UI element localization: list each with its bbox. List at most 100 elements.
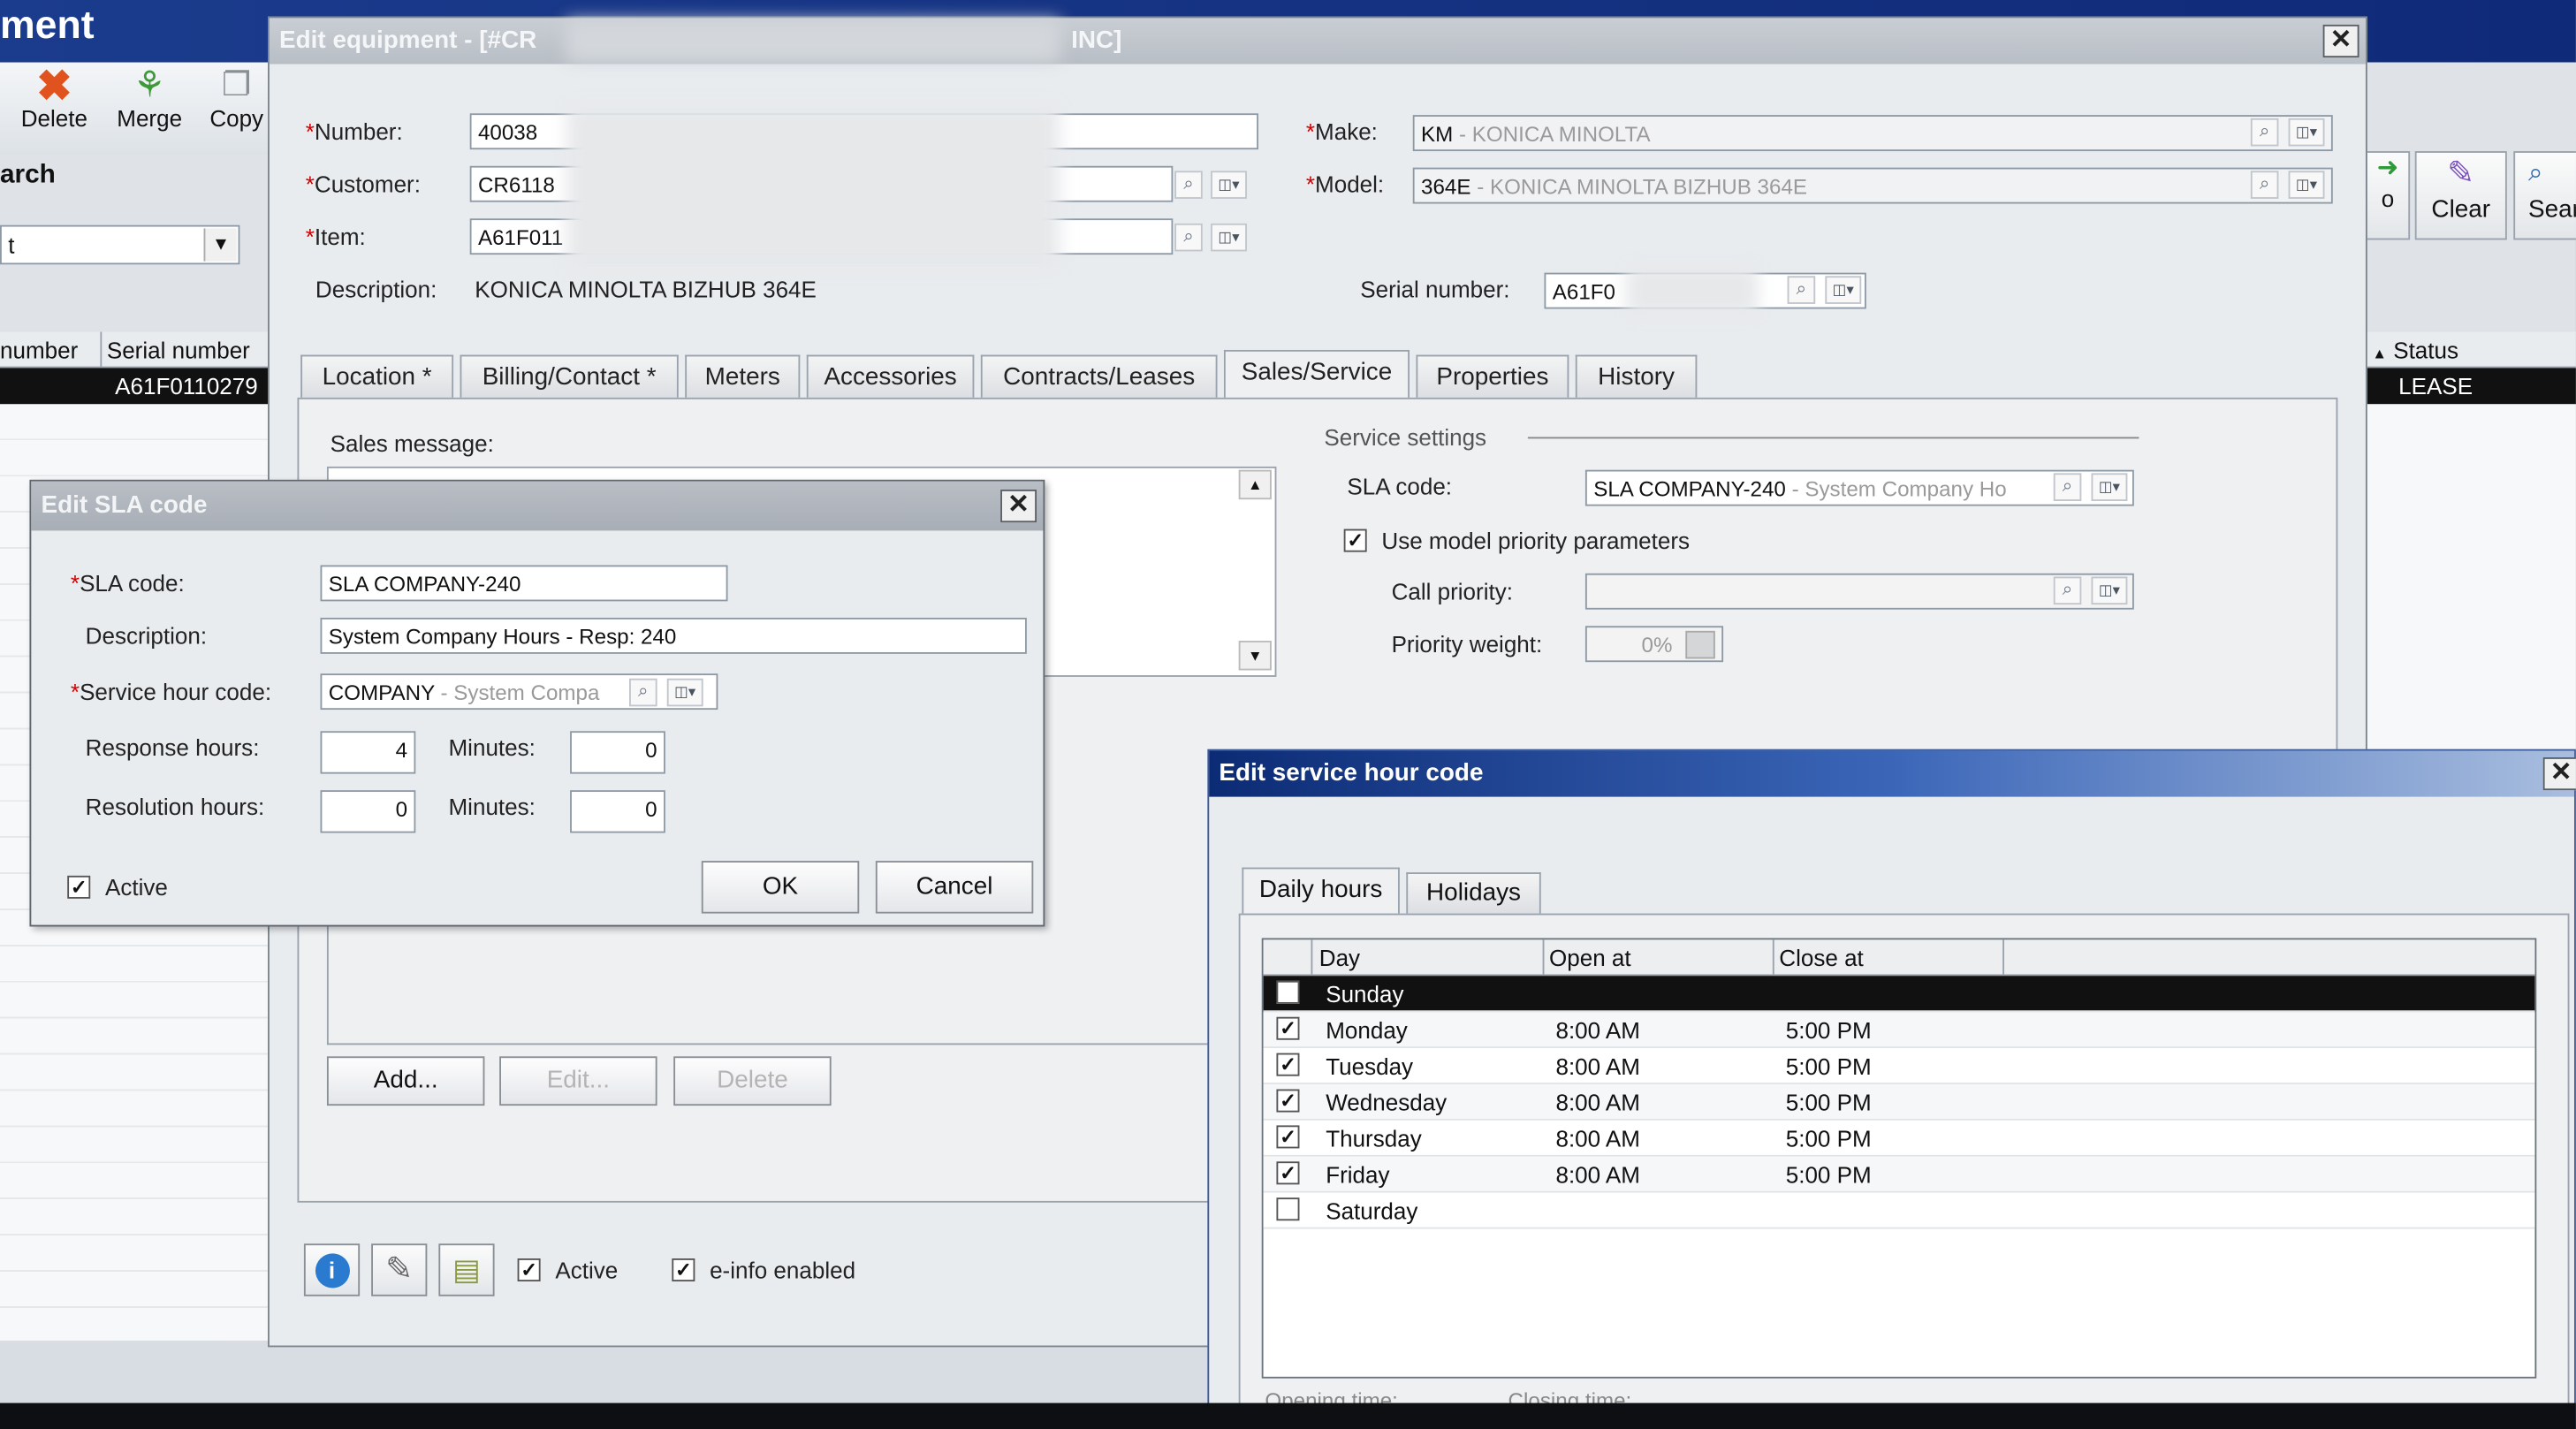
sla-code-field[interactable]: SLA COMPANY-240 (320, 565, 728, 602)
make-lookup-icon[interactable]: ⌕ (2250, 118, 2279, 147)
grid-header-number[interactable]: number (0, 337, 78, 363)
status-header[interactable]: ▲ Status (2365, 331, 2576, 369)
description-value: KONICA MINOLTA BIZHUB 364E (475, 276, 817, 303)
response-hours-field[interactable]: 4 (320, 731, 416, 774)
header-day[interactable]: Day (1319, 939, 1360, 976)
tab-billing-contact[interactable]: Billing/Contact * (460, 354, 679, 398)
customer-lookup-icon[interactable]: ⌕ (1174, 171, 1203, 199)
day-enabled-checkbox[interactable] (1276, 1197, 1300, 1221)
list-area[interactable] (326, 920, 1214, 1045)
table-row[interactable]: ✓ Tuesday 8:00 AM 5:00 PM (1263, 1048, 2535, 1084)
hours-grid: Day Open at Close at Sunday ✓ Monday 8:00 A… (1261, 938, 2537, 1379)
close-at-cell: 5:00 PM (1785, 1089, 1872, 1116)
call-priority-lookup-icon[interactable]: ⌕ (2053, 576, 2082, 605)
sla-description-field[interactable]: System Company Hours - Resp: 240 (320, 617, 1027, 654)
status-cell[interactable]: LEASE (2365, 368, 2576, 405)
go-button[interactable]: ➜ o (2365, 151, 2411, 240)
service-hour-code-field[interactable]: COMPANY - System Compa (320, 673, 718, 711)
calculator-icon[interactable] (1685, 630, 1715, 659)
sla-code-input[interactable]: SLA COMPANY-240 - System Company Ho (1584, 469, 2134, 506)
table-row[interactable]: ✓ Monday 8:00 AM 5:00 PM (1263, 1012, 2535, 1049)
attachment-button[interactable]: ✎ (371, 1243, 428, 1296)
model-desc: - KONICA MINOLTA BIZHUB 364E (1470, 174, 1808, 199)
notes-button[interactable]: ▤ (438, 1243, 495, 1296)
cancel-button[interactable]: Cancel (875, 861, 1034, 914)
table-row[interactable]: ✓ Wednesday 8:00 AM 5:00 PM (1263, 1083, 2535, 1121)
day-enabled-checkbox[interactable] (1276, 980, 1300, 1004)
day-enabled-checkbox[interactable]: ✓ (1276, 1125, 1300, 1149)
tab-contracts-leases[interactable]: Contracts/Leases (980, 354, 1218, 398)
tab-daily-hours[interactable]: Daily hours (1242, 867, 1400, 914)
resolution-minutes-field[interactable]: 0 (570, 790, 665, 833)
header-open-at[interactable]: Open at (1549, 939, 1631, 976)
active-checkbox[interactable]: ✓ (517, 1258, 541, 1282)
add-button[interactable]: Add... (326, 1056, 485, 1106)
search-label: Sear (2528, 195, 2576, 224)
merge-icon: ⚘ (133, 64, 166, 105)
service-hour-lookup-icon[interactable]: ⌕ (628, 678, 657, 707)
sla-active-checkbox[interactable]: ✓ (67, 875, 91, 899)
tab-accessories[interactable]: Accessories (806, 354, 975, 398)
tab-holidays[interactable]: Holidays (1406, 872, 1541, 914)
delete-sla-button[interactable]: Delete (673, 1056, 832, 1106)
resolution-minutes-label: Minutes: (448, 793, 536, 820)
sla-close-icon[interactable]: ✕ (1000, 489, 1037, 523)
make-input[interactable]: KM - KONICA MINOLTA (1412, 115, 2333, 152)
make-dropdown-icon[interactable]: ◫▾ (2288, 118, 2325, 147)
header-divider-1 (1542, 939, 1545, 977)
clear-button[interactable]: ✎ Clear (2414, 151, 2507, 240)
resolution-minutes-value: 0 (645, 796, 657, 822)
status-header-label: Status (2393, 337, 2459, 363)
copy-icon: ❐ (222, 67, 252, 104)
serial-dropdown-icon[interactable]: ◫▾ (1825, 276, 1862, 304)
tab-properties[interactable]: Properties (1416, 354, 1569, 398)
sla-dropdown-icon[interactable]: ◫▾ (2091, 473, 2128, 501)
model-input[interactable]: 364E - KONICA MINOLTA BIZHUB 364E (1412, 167, 2333, 204)
header-close-at[interactable]: Close at (1779, 939, 1863, 976)
model-lookup-icon[interactable]: ⌕ (2250, 171, 2279, 199)
model-dropdown-icon[interactable]: ◫▾ (2288, 171, 2325, 199)
tab-meters[interactable]: Meters (685, 354, 801, 398)
resolution-hours-field[interactable]: 0 (320, 790, 416, 833)
einfo-checkbox[interactable]: ✓ (672, 1258, 695, 1282)
sla-lookup-icon[interactable]: ⌕ (2053, 473, 2082, 501)
tab-sales-service[interactable]: Sales/Service (1223, 349, 1410, 399)
call-priority-input[interactable] (1584, 573, 2134, 610)
search-button[interactable]: ⌕ Sear (2513, 151, 2576, 240)
close-icon[interactable]: ✕ (2322, 24, 2359, 58)
chevron-down-icon[interactable]: ▼ (203, 228, 237, 262)
merge-button[interactable]: ⚘ Merge (105, 65, 194, 144)
table-row[interactable]: ✓ Thursday 8:00 AM 5:00 PM (1263, 1120, 2535, 1157)
header-check-col (1264, 939, 1313, 977)
table-row[interactable]: Saturday (1263, 1192, 2535, 1229)
use-model-priority-checkbox[interactable]: ✓ (1343, 528, 1367, 552)
item-dropdown-icon[interactable]: ◫▾ (1211, 223, 1247, 252)
day-enabled-checkbox[interactable]: ✓ (1276, 1016, 1300, 1040)
table-row[interactable]: ✓ Friday 8:00 AM 5:00 PM (1263, 1156, 2535, 1193)
serial-lookup-icon[interactable]: ⌕ (1787, 276, 1816, 304)
table-row[interactable]: Sunday (1263, 976, 2535, 1013)
item-lookup-icon[interactable]: ⌕ (1174, 223, 1203, 252)
day-cell: Monday (1326, 1016, 1408, 1044)
tab-location[interactable]: Location * (300, 354, 454, 398)
grid-header-serial[interactable]: Serial number (107, 337, 250, 363)
response-minutes-field[interactable]: 0 (570, 731, 665, 774)
tab-history[interactable]: History (1575, 354, 1698, 398)
make-desc: - KONICA MINOLTA (1453, 121, 1651, 147)
sla-code-desc: - System Company Ho (1785, 476, 2007, 501)
service-hour-dropdown-icon[interactable]: ◫▾ (666, 678, 703, 707)
day-enabled-checkbox[interactable]: ✓ (1276, 1053, 1300, 1076)
scroll-down-icon[interactable]: ▼ (1238, 641, 1272, 671)
service-hour-close-icon[interactable]: ✕ (2542, 756, 2576, 791)
copy-button[interactable]: ❐ Copy (201, 65, 273, 144)
edit-sla-dialog: Edit SLA code ✕ *SLA code: SLA COMPANY-2… (29, 479, 1045, 927)
day-enabled-checkbox[interactable]: ✓ (1276, 1161, 1300, 1185)
ok-button[interactable]: OK (701, 861, 860, 914)
call-priority-dropdown-icon[interactable]: ◫▾ (2091, 576, 2128, 605)
customer-dropdown-icon[interactable]: ◫▾ (1211, 171, 1247, 199)
delete-button[interactable]: ✖ Delete (10, 65, 98, 144)
edit-button[interactable]: Edit... (499, 1056, 657, 1106)
scroll-up-icon[interactable]: ▲ (1238, 469, 1272, 500)
info-button[interactable]: i (303, 1243, 361, 1296)
day-enabled-checkbox[interactable]: ✓ (1276, 1089, 1300, 1113)
